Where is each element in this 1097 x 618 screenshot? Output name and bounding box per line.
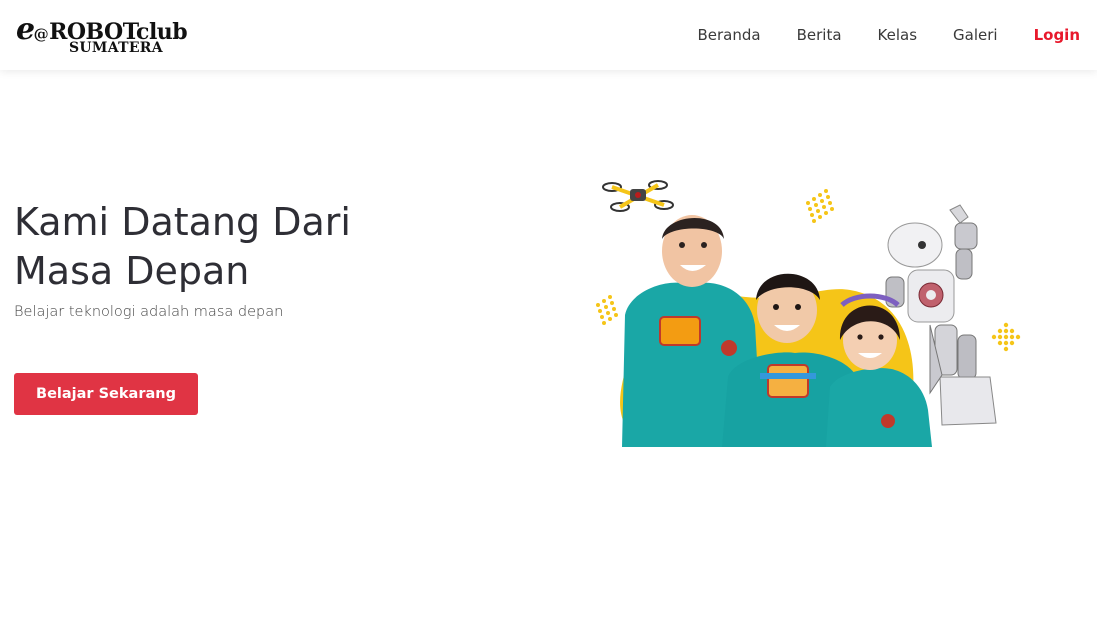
brand-logo[interactable]: e @ ROBOTclub SUMATERA <box>16 12 188 56</box>
logo-at: @ <box>33 25 49 43</box>
hero-title: Kami Datang Dari Masa Depan <box>14 198 434 296</box>
nav-beranda[interactable]: Beranda <box>697 26 760 44</box>
nav-galeri[interactable]: Galeri <box>953 26 998 44</box>
nav-berita[interactable]: Berita <box>797 26 842 44</box>
drone-icon <box>602 180 674 212</box>
navbar: e @ ROBOTclub SUMATERA Beranda Berita Ke… <box>0 0 1097 70</box>
logo-e: e <box>16 12 35 47</box>
hero-title-line2: Masa Depan <box>14 249 250 293</box>
hero-subtitle: Belajar teknologi adalah masa depan <box>14 304 284 320</box>
dot-grid-top <box>806 189 834 223</box>
logo-sub: SUMATERA <box>69 40 163 56</box>
main-nav: Beranda Berita Kelas Galeri Login <box>661 26 1080 44</box>
hero-title-line1: Kami Datang Dari <box>14 200 351 244</box>
hero-illustration <box>596 180 1021 447</box>
dot-grid-left <box>596 295 618 325</box>
dot-grid-right <box>991 322 1021 352</box>
nav-login[interactable]: Login <box>1034 26 1080 44</box>
cta-button[interactable]: Belajar Sekarang <box>14 373 198 415</box>
nav-kelas[interactable]: Kelas <box>878 26 918 44</box>
